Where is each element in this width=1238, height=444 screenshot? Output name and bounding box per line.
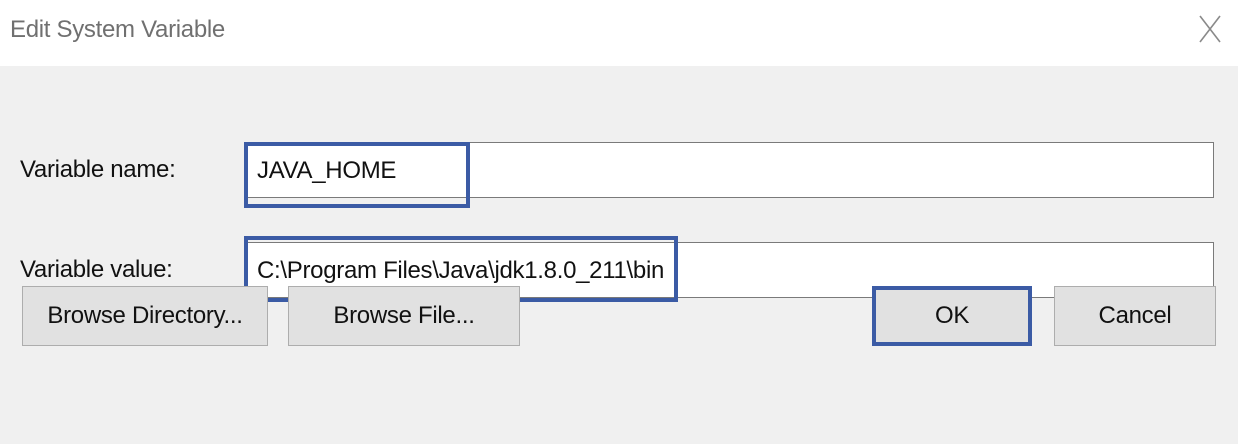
edit-system-variable-dialog: Edit System Variable Variable name: JAVA… — [0, 0, 1238, 444]
close-icon — [1199, 15, 1221, 43]
close-button[interactable] — [1190, 6, 1230, 50]
browse-file-button[interactable]: Browse File... — [288, 286, 520, 346]
dialog-body: Variable name: JAVA_HOME Variable value:… — [0, 66, 1238, 444]
ok-button[interactable]: OK — [872, 286, 1032, 346]
browse-directory-button[interactable]: Browse Directory... — [22, 286, 268, 346]
variable-value-label: Variable value: — [20, 256, 173, 283]
window-title: Edit System Variable — [10, 16, 225, 43]
variable-value-value: C:\Program Files\Java\jdk1.8.0_211\bin — [257, 257, 665, 284]
cancel-button[interactable]: Cancel — [1054, 286, 1216, 346]
variable-name-label: Variable name: — [20, 156, 176, 183]
variable-name-input[interactable]: JAVA_HOME — [244, 142, 1214, 198]
title-bar: Edit System Variable — [0, 0, 1238, 66]
variable-name-value: JAVA_HOME — [257, 157, 397, 184]
